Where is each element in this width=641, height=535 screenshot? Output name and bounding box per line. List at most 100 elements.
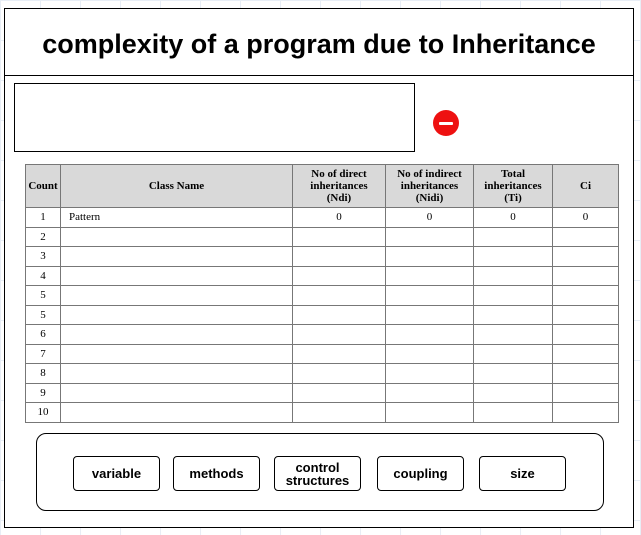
column-header-total-inheritances: Total inheritances (Ti) [473, 164, 553, 208]
cell-direct-inheritances: 0 [292, 207, 386, 228]
cell-count: 5 [25, 304, 61, 325]
cell-count: 9 [25, 382, 61, 403]
remove-button[interactable] [433, 110, 459, 136]
column-header-line: (Ti) [504, 192, 522, 204]
cell-total-inheritances [473, 343, 553, 364]
cell-count: 1 [25, 207, 61, 228]
table-row: 9 [25, 382, 619, 403]
header: complexity of a program due to Inheritan… [5, 9, 633, 76]
table-row: 7 [25, 343, 619, 364]
app-frame: complexity of a program due to Inheritan… [4, 8, 634, 528]
cell-ci [552, 246, 619, 267]
button-label-line: coupling [393, 466, 448, 481]
column-header-count: Count [25, 164, 61, 208]
cell-direct-inheritances [292, 324, 386, 345]
cell-total-inheritances [473, 246, 553, 267]
cell-indirect-inheritances [385, 324, 474, 345]
cell-total-inheritances [473, 363, 553, 384]
cell-total-inheritances [473, 265, 553, 286]
cell-class-name [60, 324, 293, 345]
cell-count: 7 [25, 343, 61, 364]
cell-indirect-inheritances [385, 363, 474, 384]
variable-button[interactable]: variable [73, 456, 160, 491]
coupling-button[interactable]: coupling [377, 456, 464, 491]
table-row: 5 [25, 285, 619, 306]
table-row: 4 [25, 265, 619, 286]
control-structures-button[interactable]: control structures [274, 456, 361, 491]
column-header-line: No of indirect [397, 168, 462, 180]
cell-class-name [60, 343, 293, 364]
size-button[interactable]: size [479, 456, 566, 491]
button-label-line: variable [91, 466, 142, 481]
column-header-line: No of direct [311, 168, 367, 180]
cell-count: 4 [25, 265, 61, 286]
cell-ci [552, 285, 619, 306]
table-body: 1 Pattern 0 0 0 0 2 3 4 5 5 6 7 8 9 10 [25, 207, 619, 423]
cell-count: 8 [25, 363, 61, 384]
button-panel: variable methods control structures coupling… [36, 433, 604, 511]
cell-count: 3 [25, 246, 61, 267]
cell-direct-inheritances [292, 382, 386, 403]
cell-indirect-inheritances [385, 382, 474, 403]
input-box[interactable] [14, 83, 415, 152]
cell-class-name [60, 304, 293, 325]
button-label: variable [92, 467, 141, 480]
button-label: methods [189, 467, 243, 480]
button-label-line: control [295, 459, 340, 475]
cell-direct-inheritances [292, 363, 386, 384]
cell-class-name [60, 246, 293, 267]
cell-ci [552, 402, 619, 423]
column-header-line: Ci [580, 180, 591, 192]
cell-direct-inheritances [292, 265, 386, 286]
cell-count: 6 [25, 324, 61, 345]
cell-ci [552, 304, 619, 325]
table-row: 8 [25, 363, 619, 384]
cell-direct-inheritances [292, 246, 386, 267]
cell-indirect-inheritances [385, 285, 474, 306]
cell-count: 2 [25, 226, 61, 247]
column-header-ci: Ci [552, 164, 619, 208]
table-row: 5 [25, 304, 619, 325]
cell-class-name [60, 265, 293, 286]
column-header-line: Total [500, 168, 526, 180]
cell-class-name [60, 363, 293, 384]
cell-ci [552, 226, 619, 247]
column-header-line: inheritances [484, 180, 542, 192]
cell-indirect-inheritances [385, 226, 474, 247]
cell-total-inheritances [473, 304, 553, 325]
column-header-line: (Ndi) [326, 192, 352, 204]
button-label-line: methods [189, 466, 244, 481]
cell-direct-inheritances [292, 402, 386, 423]
column-header-class-name: Class Name [60, 164, 293, 208]
cell-total-inheritances: 0 [473, 207, 553, 228]
cell-ci [552, 363, 619, 384]
button-label-line: size [510, 466, 535, 481]
button-label: coupling [393, 467, 447, 480]
button-label-line: structures [285, 472, 350, 488]
cell-class-name [60, 226, 293, 247]
table-row: 3 [25, 246, 619, 267]
cell-ci [552, 382, 619, 403]
cell-ci: 0 [552, 207, 619, 228]
cell-ci [552, 343, 619, 364]
methods-button[interactable]: methods [173, 456, 260, 491]
cell-indirect-inheritances [385, 246, 474, 267]
page-title: complexity of a program due to Inheritan… [42, 28, 596, 59]
cell-indirect-inheritances: 0 [385, 207, 474, 228]
cell-indirect-inheritances [385, 402, 474, 423]
cell-indirect-inheritances [385, 343, 474, 364]
cell-total-inheritances [473, 402, 553, 423]
cell-total-inheritances [473, 285, 553, 306]
table-header-row: Count Class Name No of direct inheritances(… [25, 164, 619, 208]
column-header-indirect-inheritances: No of indirect inheritances (Nidi) [385, 164, 474, 208]
inheritance-table: Count Class Name No of direct inheritances(… [25, 164, 619, 423]
column-header-line: Count [28, 180, 58, 192]
cell-direct-inheritances [292, 343, 386, 364]
cell-class-name: Pattern [60, 207, 293, 228]
button-label: control structures [286, 461, 350, 487]
table-row: 6 [25, 324, 619, 345]
button-label: size [510, 467, 535, 480]
cell-class-name [60, 382, 293, 403]
table-row: 2 [25, 226, 619, 247]
cell-count: 5 [25, 285, 61, 306]
